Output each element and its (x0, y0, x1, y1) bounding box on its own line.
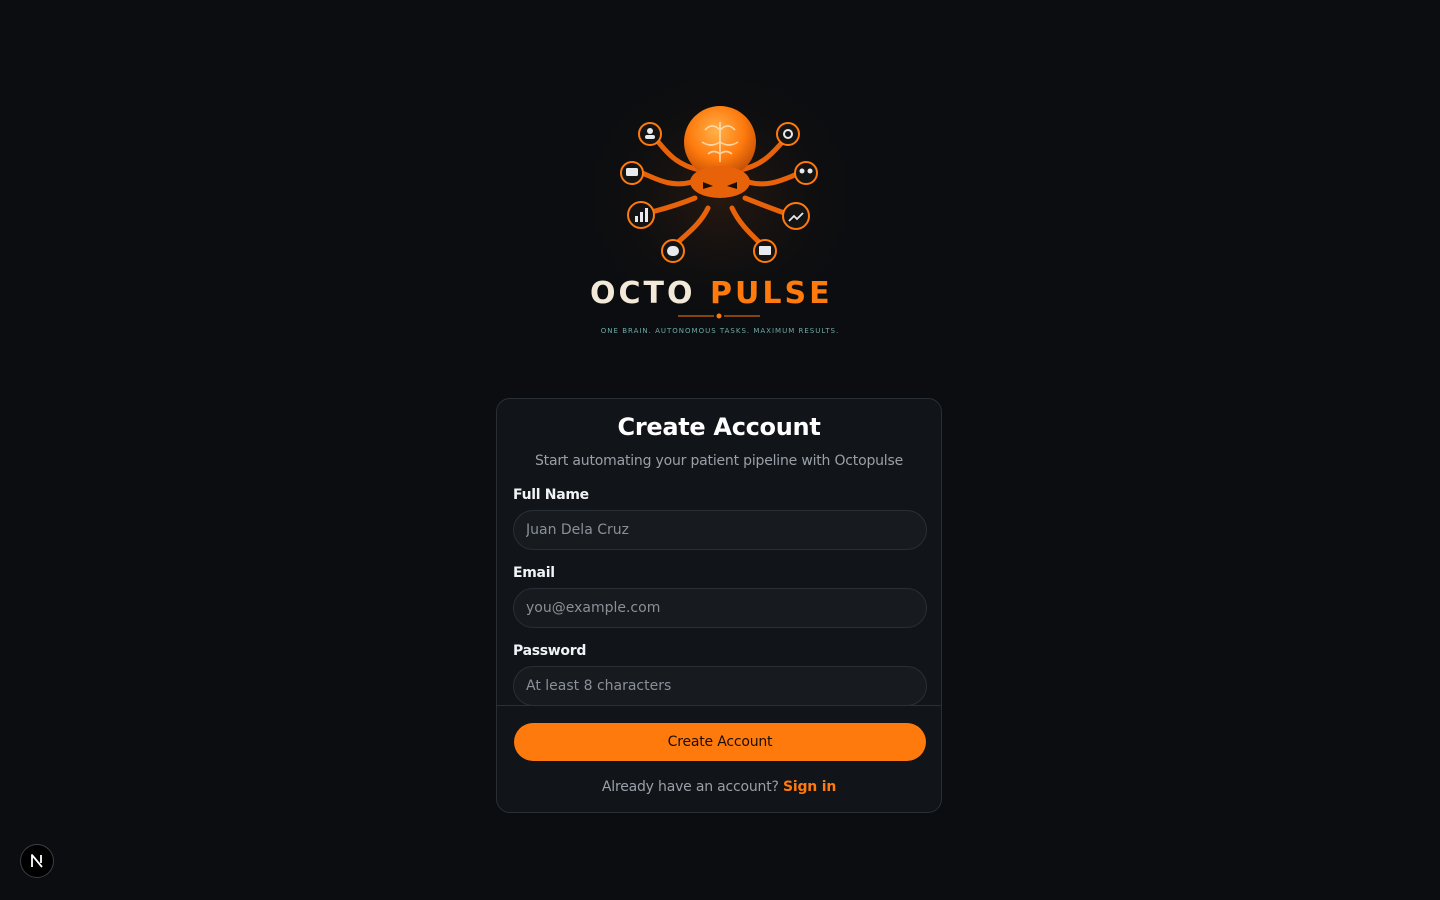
trend-up-icon (782, 202, 810, 230)
full-name-label: Full Name (513, 487, 589, 503)
signin-link[interactable]: Sign in (783, 779, 836, 795)
logo-word-left: OCTO (590, 276, 696, 311)
signin-row: Already have an account? Sign in (497, 779, 941, 795)
email-label: Email (513, 565, 555, 581)
nextjs-logo-icon (31, 854, 43, 868)
card-title: Create Account (617, 413, 821, 441)
full-name-input[interactable] (513, 510, 927, 550)
create-account-button[interactable]: Create Account (514, 723, 926, 761)
create-account-card: Create Account Start automating your pat… (496, 398, 942, 813)
nextjs-dev-badge[interactable] (20, 844, 54, 878)
gear-icon (776, 122, 800, 146)
email-input[interactable] (513, 588, 927, 628)
users-icon (794, 161, 818, 185)
form-divider (497, 705, 941, 706)
card-subtitle: Start automating your patient pipeline w… (534, 453, 904, 469)
logo-word-right: PULSE (710, 276, 833, 311)
signin-prompt: Already have an account? (601, 779, 783, 795)
password-label: Password (513, 643, 587, 659)
logo-tagline: ONE BRAIN. AUTONOMOUS TASKS. MAXIMUM RES… (601, 327, 839, 335)
octopulse-logo: OCTO PULSE ONE BRAIN. AUTONOMOUS TASKS. … (560, 70, 880, 360)
password-input[interactable] (513, 666, 927, 706)
